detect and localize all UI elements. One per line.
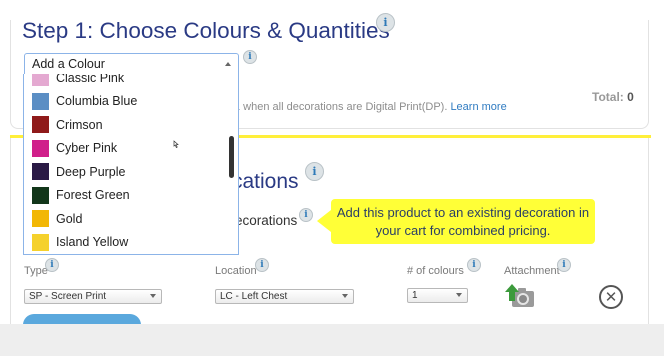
location-select[interactable]: LC - Left Chest (215, 289, 354, 304)
camera-upload-icon[interactable] (504, 283, 536, 309)
type-select-value: SP - Screen Print (29, 291, 107, 302)
mouse-pointer-icon (173, 140, 179, 148)
colour-swatch (32, 92, 49, 110)
chevron-down-icon (150, 294, 156, 298)
colour-swatch (32, 116, 49, 134)
note-text: 1 when all decorations are Digital Print… (234, 101, 448, 113)
info-icon[interactable]: i (305, 162, 324, 181)
chevron-down-icon (342, 294, 348, 298)
close-icon: ✕ (604, 288, 618, 306)
colour-option[interactable]: Columbia Blue (24, 90, 224, 114)
footer-bar (0, 324, 664, 356)
location-select-value: LC - Left Chest (220, 291, 288, 302)
total-value: 0 (627, 90, 634, 104)
colour-option[interactable]: Cyber Pink (24, 137, 224, 161)
colour-select[interactable]: Add a Colour (24, 53, 239, 75)
colour-option[interactable]: Forest Green (24, 184, 224, 208)
colour-option-label: Columbia Blue (56, 94, 138, 109)
existing-decorations-link[interactable]: ecorations (235, 213, 297, 228)
num-colours-select-value: 1 (412, 290, 418, 301)
step1-title-text: Step 1: Choose Colours & Quantities (22, 18, 390, 43)
colour-option-label: Classic Pink (56, 74, 125, 85)
colour-option-label: Crimson (56, 117, 103, 132)
attachment-label: Attachment (504, 265, 560, 277)
colour-option[interactable]: Classic Pink (24, 74, 224, 90)
colour-swatch (32, 163, 49, 181)
type-select[interactable]: SP - Screen Print (24, 289, 162, 304)
combined-pricing-tooltip: Add this product to an existing decorati… (317, 199, 595, 244)
colour-option[interactable]: Gold (24, 207, 224, 231)
info-icon[interactable]: i (299, 208, 313, 222)
colour-option[interactable]: Deep Purple (24, 160, 224, 184)
info-icon[interactable]: i (376, 13, 395, 32)
colour-option-label: Island Yellow (56, 235, 129, 250)
total-label: Total: (592, 90, 624, 104)
digital-print-note: 1 when all decorations are Digital Print… (234, 101, 507, 113)
colour-option-label: Forest Green (56, 188, 130, 203)
learn-more-link[interactable]: Learn more (450, 101, 506, 113)
colour-swatch (32, 233, 49, 251)
info-icon[interactable]: i (255, 258, 269, 272)
colour-option-label: Deep Purple (56, 164, 126, 179)
colour-swatch (32, 74, 49, 87)
num-colours-select[interactable]: 1 (407, 288, 468, 303)
colour-swatch (32, 210, 49, 228)
colour-select-value: Add a Colour (32, 57, 105, 71)
colour-option-label: Cyber Pink (56, 141, 118, 156)
colour-option-label: Gold (56, 211, 83, 226)
step2-title: cations (232, 170, 299, 193)
chevron-up-icon (225, 62, 231, 66)
info-icon[interactable]: i (45, 258, 59, 272)
colour-dropdown-list[interactable]: Classic Pink Columbia Blue Crimson Cyber… (23, 74, 239, 255)
info-icon[interactable]: i (243, 50, 257, 64)
num-colours-label: # of colours (407, 265, 464, 277)
dropdown-scrollbar[interactable] (229, 136, 234, 178)
chevron-down-icon (456, 293, 462, 297)
total-display: Total: 0 (592, 90, 634, 104)
colour-swatch (32, 186, 49, 204)
remove-location-button[interactable]: ✕ (599, 285, 623, 309)
info-icon[interactable]: i (467, 258, 481, 272)
step1-title: Step 1: Choose Colours & Quantities (22, 18, 390, 44)
colour-options: Classic Pink Columbia Blue Crimson Cyber… (24, 74, 224, 254)
colour-swatch (32, 139, 49, 157)
location-label: Location (215, 265, 257, 277)
info-icon[interactable]: i (557, 258, 571, 272)
colour-option[interactable]: Crimson (24, 113, 224, 137)
colour-option[interactable]: Island Yellow (24, 231, 224, 255)
